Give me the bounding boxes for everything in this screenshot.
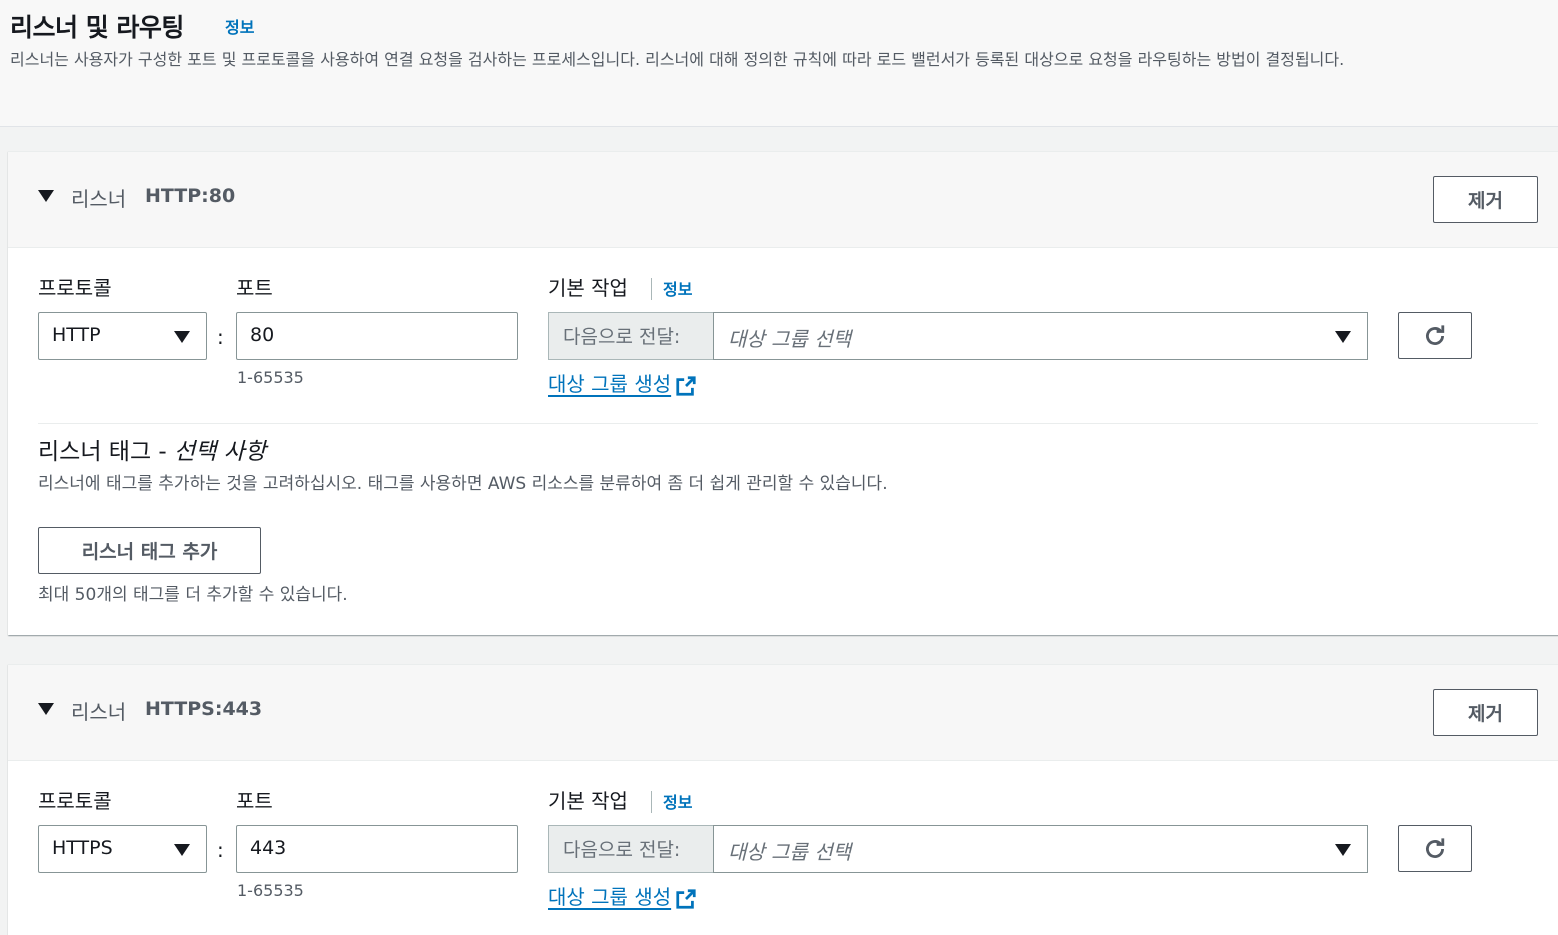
info-link[interactable]: 정보 [663, 789, 692, 813]
page-description: 리스너는 사용자가 구성한 포트 및 프로토콜을 사용하여 연결 요청을 검사하… [10, 50, 1345, 69]
chevron-down-icon [174, 331, 190, 343]
remove-button[interactable]: 제거 [1433, 176, 1538, 223]
listener-label: 리스너 [71, 700, 127, 724]
chevron-down-icon [1335, 844, 1351, 856]
port-label: 포트 [236, 276, 273, 300]
listener-id: HTTPS:443 [145, 698, 263, 720]
protocol-select[interactable]: HTTP [38, 312, 207, 360]
tags-limit-text: 최대 50개의 태그를 더 추가할 수 있습니다. [38, 585, 348, 605]
tags-title-main: 리스너 태그 - [38, 439, 175, 465]
port-input[interactable]: 80 [236, 312, 518, 360]
listener-header[interactable]: 리스너 HTTP:80 제거 [8, 152, 1558, 248]
default-action-label: 기본 작업 [548, 789, 628, 813]
default-action-label: 기본 작업 [548, 276, 628, 300]
add-listener-tag-button[interactable]: 리스너 태그 추가 [38, 527, 261, 574]
tags-title-optional: 선택 사항 [174, 439, 266, 465]
forward-addon: 다음으로 전달: [548, 312, 713, 360]
protocol-label: 프로토콜 [38, 276, 112, 300]
label-divider [651, 278, 652, 300]
create-target-group-label: 대상 그룹 생성 [548, 885, 672, 909]
listener-panel-http: 리스너 HTTP:80 제거 프로토콜 HTTP : 포트 80 1-65535… [8, 151, 1558, 635]
target-group-placeholder: 대상 그룹 선택 [728, 840, 852, 864]
create-target-group-label: 대상 그룹 생성 [548, 372, 672, 396]
colon-separator: : [217, 325, 224, 349]
port-input[interactable]: 443 [236, 825, 518, 873]
section-divider [38, 423, 1538, 424]
port-hint: 1-65535 [237, 881, 304, 900]
listener-panel-https: 리스너 HTTPS:443 제거 프로토콜 HTTPS : 포트 443 1-6… [8, 664, 1558, 935]
page-header: 리스너 및 라우팅 정보 리스너는 사용자가 구성한 포트 및 프로토콜을 사용… [0, 0, 1558, 127]
create-target-group-link[interactable]: 대상 그룹 생성 [548, 368, 697, 397]
protocol-label: 프로토콜 [38, 789, 112, 813]
external-link-icon [676, 888, 696, 909]
forward-addon: 다음으로 전달: [548, 825, 713, 873]
listener-header[interactable]: 리스너 HTTPS:443 제거 [8, 665, 1558, 761]
protocol-select[interactable]: HTTPS [38, 825, 207, 873]
port-value: 80 [250, 324, 275, 346]
target-group-select[interactable]: 대상 그룹 선택 [713, 825, 1368, 873]
info-link[interactable]: 정보 [225, 14, 254, 38]
refresh-button[interactable] [1398, 312, 1472, 359]
port-hint: 1-65535 [237, 368, 304, 387]
protocol-value: HTTPS [52, 837, 113, 859]
label-divider [651, 791, 652, 813]
colon-separator: : [217, 838, 224, 862]
port-value: 443 [250, 837, 287, 859]
refresh-button[interactable] [1398, 825, 1472, 872]
tags-description: 리스너에 태그를 추가하는 것을 고려하십시오. 태그를 사용하면 AWS 리소… [38, 474, 888, 494]
page-title: 리스너 및 라우팅 [10, 13, 184, 42]
listener-id: HTTP:80 [145, 185, 236, 207]
listener-label: 리스너 [71, 187, 127, 211]
info-link[interactable]: 정보 [663, 276, 692, 300]
caret-down-icon[interactable] [38, 703, 54, 715]
default-action-group: 다음으로 전달: 대상 그룹 선택 [548, 312, 1368, 360]
remove-button[interactable]: 제거 [1433, 689, 1538, 736]
chevron-down-icon [174, 844, 190, 856]
refresh-icon [1426, 324, 1445, 345]
tags-title: 리스너 태그 - 선택 사항 [38, 432, 266, 466]
target-group-select[interactable]: 대상 그룹 선택 [713, 312, 1368, 360]
refresh-icon [1426, 837, 1445, 858]
target-group-placeholder: 대상 그룹 선택 [728, 327, 852, 351]
caret-down-icon[interactable] [38, 190, 54, 202]
default-action-group: 다음으로 전달: 대상 그룹 선택 [548, 825, 1368, 873]
external-link-icon [676, 375, 696, 396]
create-target-group-link[interactable]: 대상 그룹 생성 [548, 881, 697, 910]
protocol-value: HTTP [52, 324, 101, 346]
port-label: 포트 [236, 789, 273, 813]
chevron-down-icon [1335, 331, 1351, 343]
